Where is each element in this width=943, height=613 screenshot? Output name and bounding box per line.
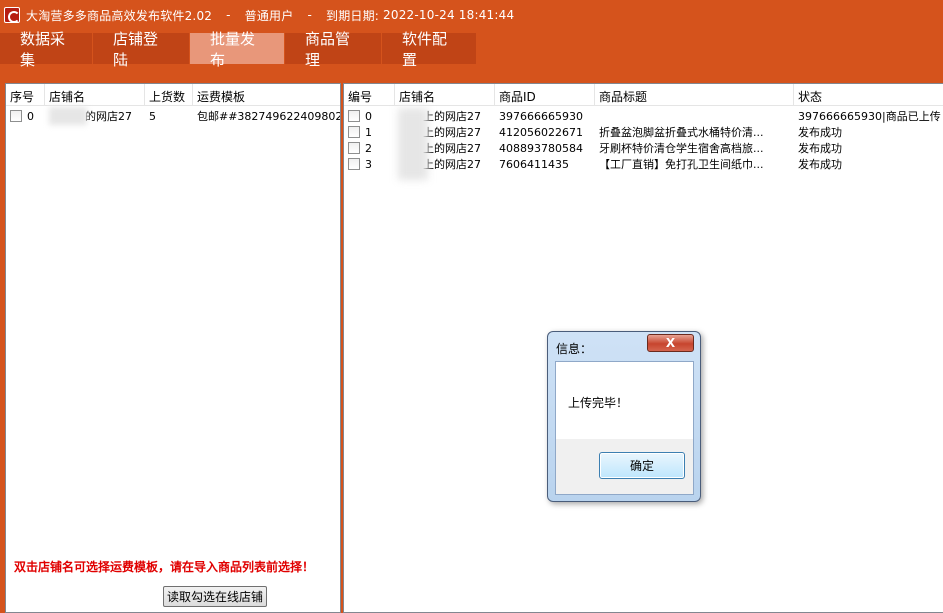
tab-batch-publish[interactable]: 批量发布 [190,30,284,69]
product-id: 7606411435 [499,157,569,171]
table-row[interactable]: 3 上的网店27 7606411435 【工厂直销】免打孔卫生间纸巾... 发布… [344,156,943,172]
header-shop-name[interactable]: 店铺名 [45,84,145,105]
redacted-area [398,108,428,180]
tab-shop-login[interactable]: 店铺登陆 [93,30,189,69]
product-id: 412056022671 [499,125,583,139]
header-index[interactable]: 序号 [6,84,45,105]
header-upload-count[interactable]: 上货数 [145,84,193,105]
close-icon[interactable]: X [647,334,694,352]
status-text: 发布成功 [798,158,842,171]
main-tabs: 数据采集 店铺登陆 批量发布 商品管理 软件配置 [0,30,477,69]
user-type: 普通用户 [244,8,294,23]
title-separator: - [307,8,312,22]
shipping-template: 包邮##382749622409802 [197,110,340,123]
dialog-message: 上传完毕！ [568,396,629,410]
shop-list-panel: 序号 店铺名 上货数 运费模板 0 的网店27 5 包邮##3827496224… [5,83,341,613]
dialog-title: 信息： [556,342,593,356]
header-number[interactable]: 编号 [344,84,395,105]
app-logo-icon [4,7,20,23]
dialog-body: 上传完毕！ [555,361,694,439]
header-product-title[interactable]: 商品标题 [595,84,794,105]
shop-grid-header: 序号 店铺名 上货数 运费模板 [6,84,340,106]
row-index: 0 [365,109,372,123]
row-index: 0 [27,109,34,123]
expiry-label: 到期日期: [326,8,380,23]
product-title: 折叠盆泡脚盆折叠式水桶特价清... [599,126,764,139]
row-checkbox[interactable] [348,142,360,154]
header-shop-name[interactable]: 店铺名 [395,84,495,105]
tab-software-settings[interactable]: 软件配置 [382,30,476,69]
title-bar: 大淘营多多商品高效发布软件2.02 - 普通用户 - 到期日期: 2022-10… [0,0,943,30]
row-checkbox[interactable] [348,110,360,122]
row-checkbox[interactable] [348,158,360,170]
upload-count: 5 [149,109,156,123]
tab-product-management[interactable]: 商品管理 [285,30,381,69]
dialog-footer: 确定 [555,439,694,495]
product-title: 【工厂直销】免打孔卫生间纸巾... [599,158,764,171]
row-index: 1 [365,125,372,139]
header-shipping-template[interactable]: 运费模板 [193,84,340,105]
product-id: 397666665930 [499,109,583,123]
product-grid-header: 编号 店铺名 商品ID 商品标题 状态 [344,84,943,106]
row-index: 2 [365,141,372,155]
info-dialog: 信息： X 上传完毕！ 确定 [547,331,701,502]
status-text: 发布成功 [798,126,842,139]
hint-text: 双击店铺名可选择运费模板，请在导入商品列表前选择！ [14,560,315,574]
ok-button[interactable]: 确定 [599,452,685,479]
header-product-id[interactable]: 商品ID [495,84,595,105]
header-status[interactable]: 状态 [794,84,943,105]
app-title: 大淘营多多商品高效发布软件2.02 [26,8,213,23]
read-selected-shops-button[interactable]: 读取勾选在线店铺 [163,586,267,607]
row-index: 3 [365,157,372,171]
redacted-area [49,107,87,125]
table-row[interactable]: 1 上的网店27 412056022671 折叠盆泡脚盆折叠式水桶特价清... … [344,124,943,140]
table-row[interactable]: 2 上的网店27 408893780584 牙刷杯特价清仓学生宿舍高档旅... … [344,140,943,156]
row-checkbox[interactable] [348,126,360,138]
table-row[interactable]: 0 上的网店27 397666665930 397666665930|商品已上传 [344,108,943,124]
row-checkbox[interactable] [10,110,22,122]
product-title: 牙刷杯特价清仓学生宿舍高档旅... [599,142,764,155]
tab-data-collection[interactable]: 数据采集 [0,30,92,69]
product-id: 408893780584 [499,141,583,155]
expiry-value: 2022-10-24 18:41:44 [383,8,515,22]
title-separator: - [226,8,231,22]
status-text: 发布成功 [798,142,842,155]
status-text: 397666665930|商品已上传 [798,110,941,123]
